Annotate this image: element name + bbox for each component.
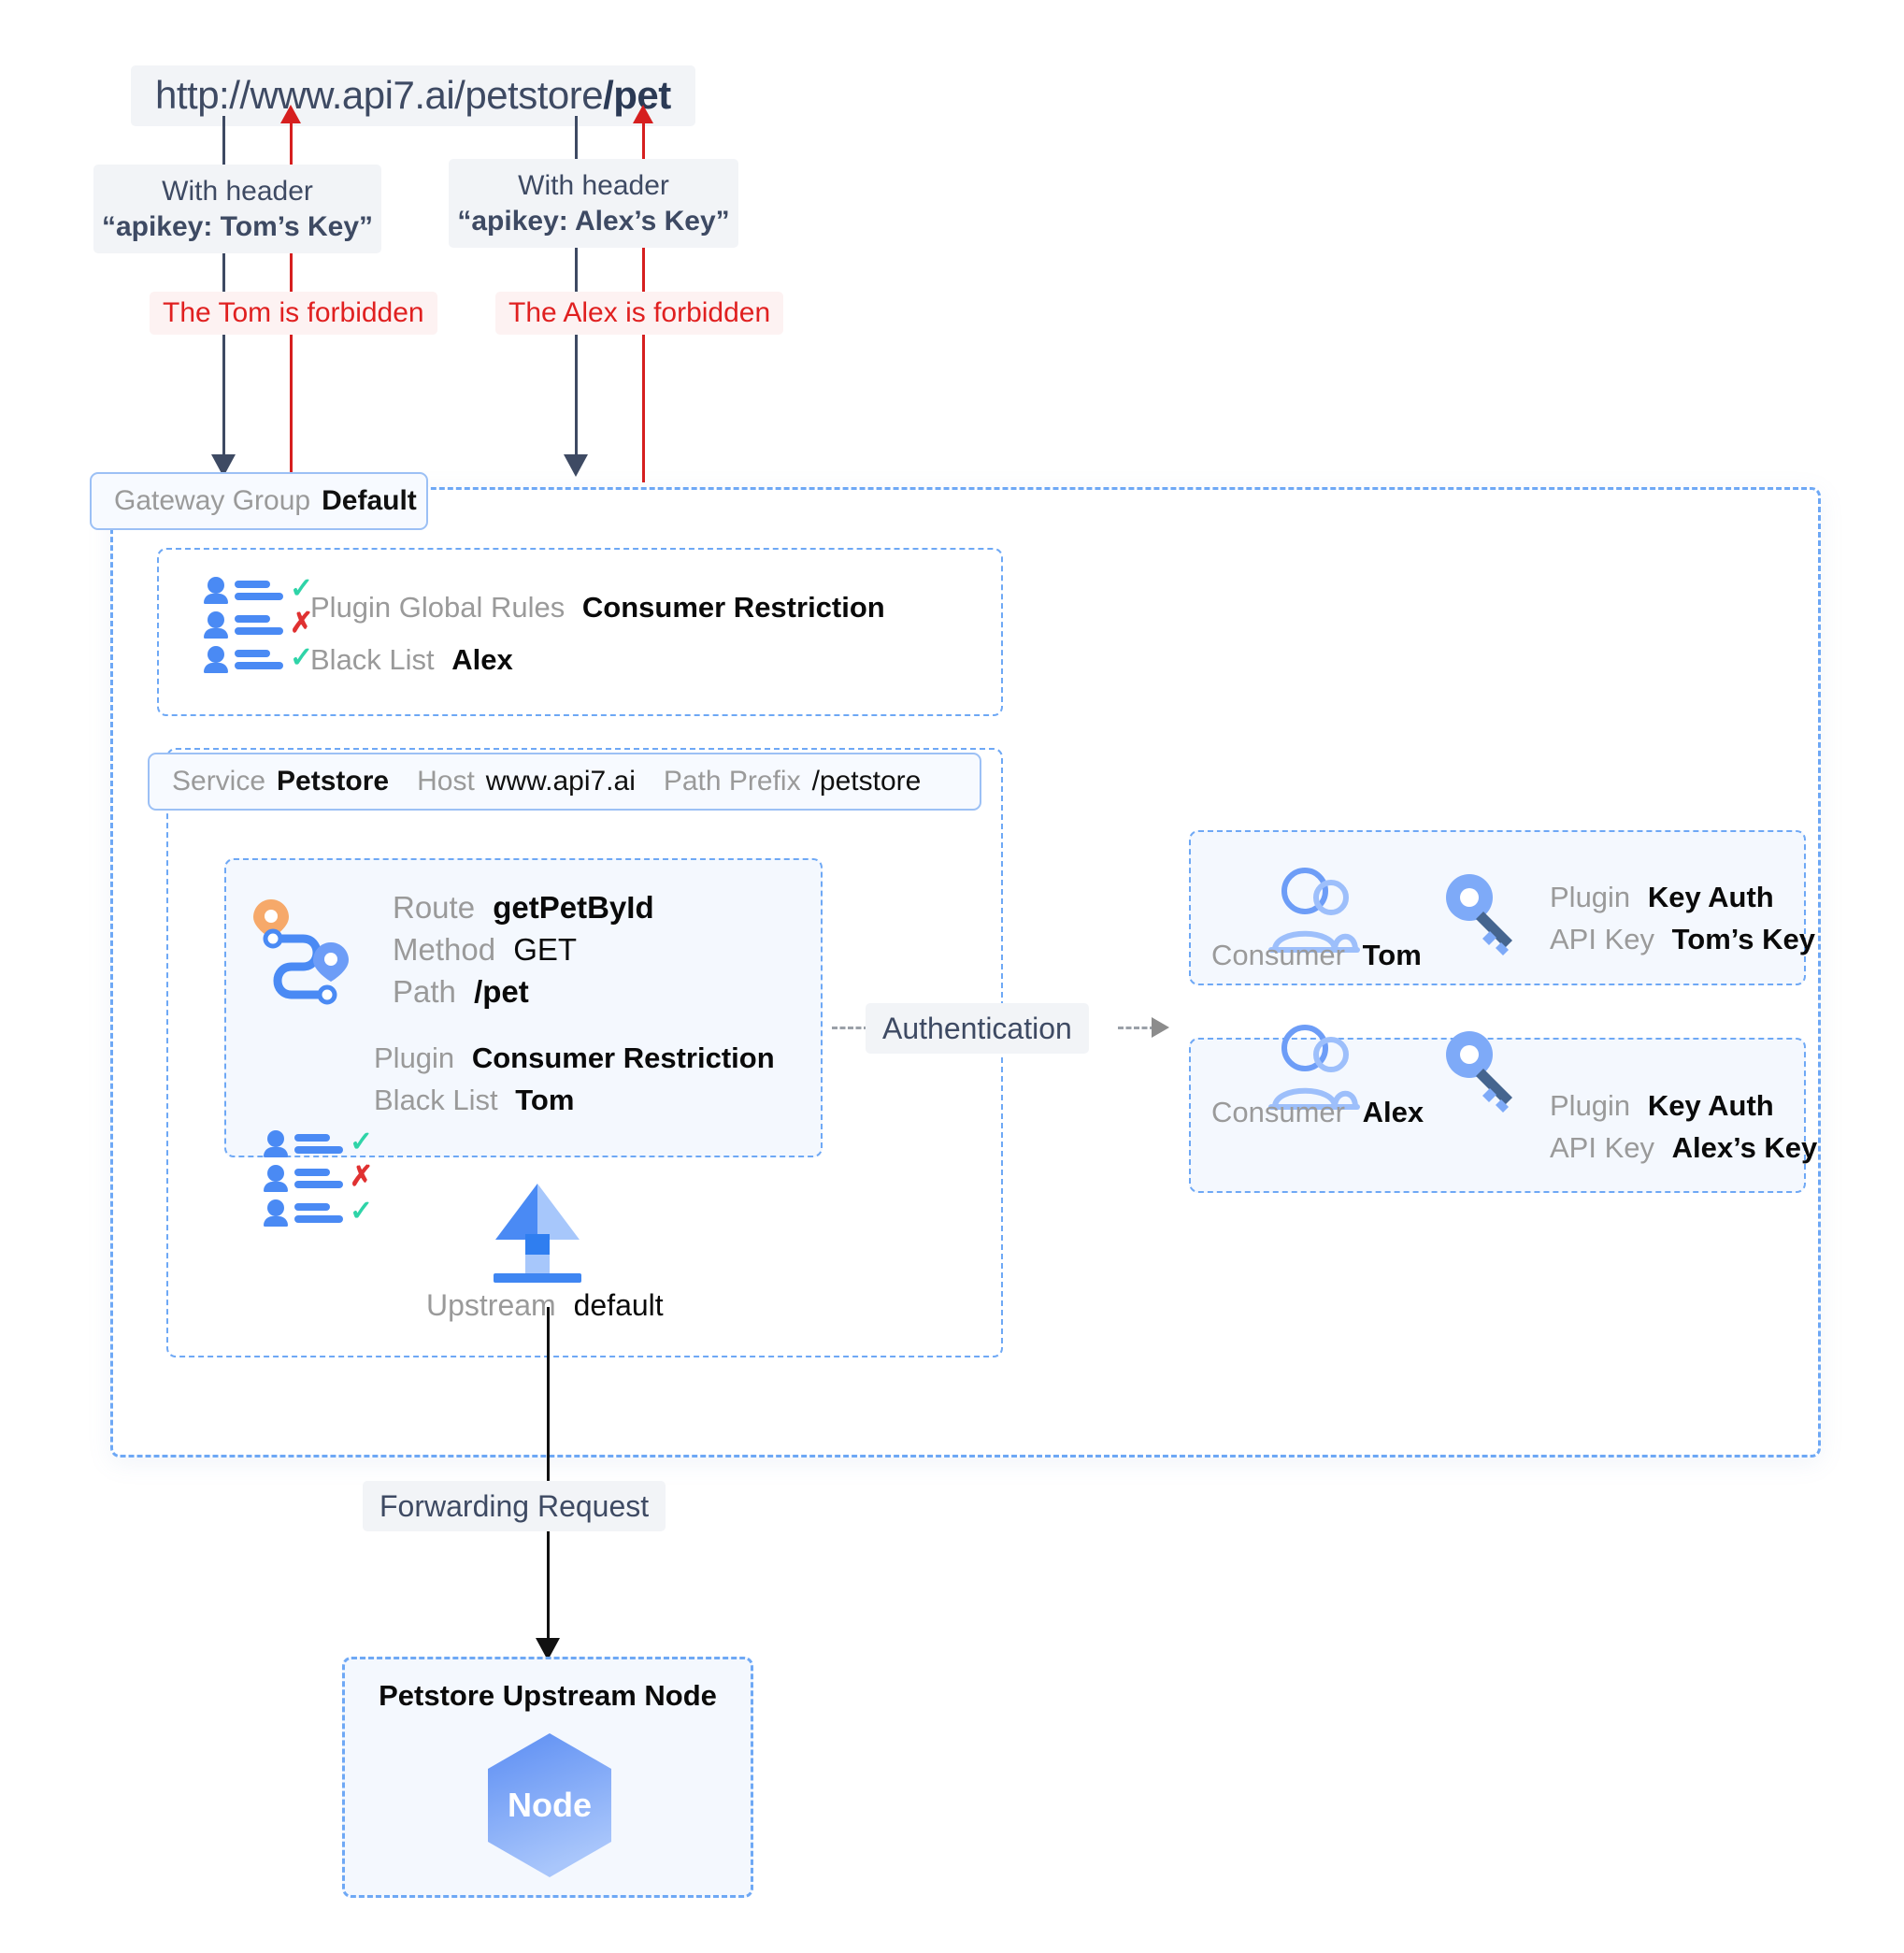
global-rules-blacklist-label: Black List — [310, 643, 435, 676]
route-value: getPetById — [493, 890, 654, 925]
route-name-row: Route getPetById — [393, 886, 654, 930]
gateway-group-label: Gateway Group — [114, 485, 311, 516]
route-method-label: Method — [393, 932, 496, 967]
alex-request-arrowhead — [564, 454, 588, 477]
consumer-tom-key-icon — [1446, 874, 1512, 955]
consumer-tom-plugin-label: Plugin — [1550, 881, 1631, 913]
person-icon — [204, 577, 228, 604]
consumer-tom-apikey-label: API Key — [1550, 923, 1654, 955]
tom-forbidden-chip: The Tom is forbidden — [150, 292, 437, 335]
request-url-chip: http://www.api7.ai/petstore/pet — [131, 65, 695, 126]
consumer-tom-apikey-row: API Key Tom’s Key — [1550, 919, 1815, 960]
alex-forbidden-chip: The Alex is forbidden — [495, 292, 784, 335]
upstream-node-hexagon: Node — [484, 1731, 615, 1879]
authentication-dash-left — [832, 1027, 869, 1029]
route-path-value: /pet — [474, 974, 529, 1009]
alex-header-line2: “apikey: Alex’s Key” — [457, 205, 730, 237]
alex-response-arrowhead — [633, 105, 653, 123]
consumer-tom-row: Consumer Tom — [1211, 935, 1422, 976]
consumer-tom-value: Tom — [1362, 939, 1422, 971]
service-label: Service — [172, 766, 266, 797]
global-rules-plugin-label: Plugin Global Rules — [310, 591, 565, 624]
forwarding-request-chip: Forwarding Request — [363, 1481, 666, 1531]
global-rules-plugin-row: Plugin Global Rules Consumer Restriction — [310, 587, 885, 628]
alex-header-line1: With header — [518, 170, 669, 201]
route-label: Route — [393, 890, 476, 925]
route-plugin-value: Consumer Restriction — [471, 1041, 775, 1074]
global-rules-blacklist-row: Black List Alex — [310, 639, 513, 681]
consumer-alex-plugin-label: Plugin — [1550, 1089, 1631, 1122]
tom-header-line2: “apikey: Tom’s Key” — [101, 210, 374, 242]
route-method-value: GET — [513, 932, 578, 967]
service-host-value: www.api7.ai — [485, 766, 636, 797]
route-method-row: Method GET — [393, 928, 577, 972]
service-path-prefix-value: /petstore — [811, 766, 922, 797]
person-icon — [204, 646, 228, 673]
consumer-alex-key-icon — [1446, 1031, 1512, 1113]
upstream-upload-icon — [494, 1184, 581, 1283]
route-path-icon — [253, 899, 349, 1005]
person-icon — [264, 1199, 288, 1227]
route-path-label: Path — [393, 974, 456, 1009]
request-url-prefix: http://www.api7.ai/petstore — [155, 73, 604, 117]
person-icon — [204, 611, 228, 639]
upstream-node-label: Node — [508, 1786, 592, 1824]
tom-header-line1: With header — [162, 176, 313, 207]
gateway-group-value: Default — [322, 485, 417, 516]
upstream-row: Upstream default — [426, 1285, 664, 1327]
consumer-alex-plugin-row: Plugin Key Auth — [1550, 1085, 1774, 1127]
route-blacklist-value: Tom — [515, 1084, 575, 1116]
check-icon: ✓ — [350, 1196, 374, 1227]
route-plugin-row: Plugin Consumer Restriction — [374, 1038, 775, 1079]
cross-icon: ✗ — [350, 1161, 374, 1192]
service-host-label: Host — [417, 766, 475, 797]
global-rules-blacklist-value: Alex — [451, 643, 513, 676]
consumer-alex-apikey-value: Alex’s Key — [1671, 1131, 1818, 1164]
diagram-canvas: http://www.api7.ai/petstore/pet With hea… — [0, 0, 1904, 1953]
upstream-label: Upstream — [426, 1288, 556, 1322]
route-blacklist-row: Black List Tom — [374, 1080, 574, 1121]
authentication-arrowhead — [1152, 1017, 1169, 1038]
consumer-alex-value: Alex — [1362, 1096, 1424, 1128]
consumer-alex-apikey-label: API Key — [1550, 1131, 1654, 1164]
consumer-alex-row: Consumer Alex — [1211, 1092, 1424, 1133]
forwarding-line — [547, 1307, 550, 1653]
global-rules-plugin-value: Consumer Restriction — [581, 591, 885, 624]
person-icon — [264, 1165, 288, 1192]
person-icon — [264, 1130, 288, 1157]
consumer-tom-label: Consumer — [1211, 939, 1345, 971]
consumer-alex-apikey-row: API Key Alex’s Key — [1550, 1127, 1817, 1169]
service-box[interactable]: Service Petstore Host www.api7.ai Path P… — [148, 753, 981, 811]
check-icon: ✓ — [350, 1127, 374, 1157]
consumer-alex-plugin-value: Key Auth — [1647, 1089, 1774, 1122]
upstream-node-title: Petstore Upstream Node — [379, 1679, 717, 1712]
tom-response-arrowhead — [280, 105, 301, 123]
consumer-tom-apikey-value: Tom’s Key — [1671, 923, 1815, 955]
consumer-tom-plugin-row: Plugin Key Auth — [1550, 877, 1774, 918]
route-blacklist-label: Black List — [374, 1084, 498, 1116]
tom-header-chip: With header “apikey: Tom’s Key” — [93, 165, 381, 253]
service-value: Petstore — [277, 766, 390, 797]
consumer-alex-label: Consumer — [1211, 1096, 1345, 1128]
route-path-row: Path /pet — [393, 970, 529, 1014]
service-path-prefix-label: Path Prefix — [663, 766, 801, 797]
authentication-chip: Authentication — [866, 1003, 1089, 1054]
upstream-value: default — [573, 1288, 664, 1322]
alex-header-chip: With header “apikey: Alex’s Key” — [449, 159, 738, 248]
gateway-group-box[interactable]: Gateway Group Default — [90, 472, 428, 530]
authentication-dash-right — [1118, 1027, 1155, 1029]
route-plugin-label: Plugin — [374, 1041, 455, 1074]
consumer-tom-plugin-value: Key Auth — [1647, 881, 1774, 913]
